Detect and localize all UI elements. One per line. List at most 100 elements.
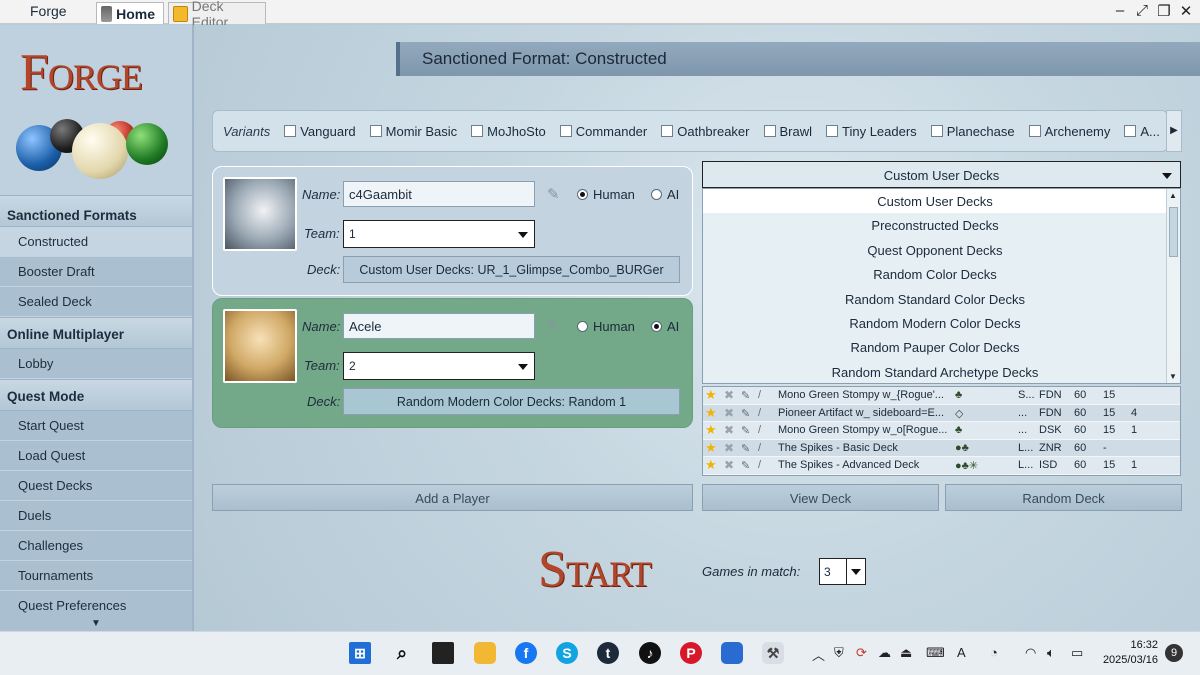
sidebar-item-challenges[interactable]: Challenges: [0, 531, 192, 561]
close-icon[interactable]: ✕: [1176, 2, 1196, 20]
checkbox-icon[interactable]: [284, 125, 297, 137]
table-row[interactable]: ★ ✖ ✎ / The Spikes - Basic Deck ●♣ L... …: [703, 439, 1180, 458]
variant-oathbreaker[interactable]: Oathbreaker: [661, 124, 750, 139]
delete-icon[interactable]: ✖: [724, 458, 734, 472]
ai-radio[interactable]: AI: [651, 319, 679, 334]
edit-icon[interactable]: ✎: [741, 389, 750, 402]
team-select[interactable]: 2: [343, 352, 535, 380]
list-item[interactable]: Random Pauper Color Decks: [703, 335, 1167, 359]
restore-icon[interactable]: ❐: [1154, 2, 1174, 20]
sidebar-item-booster-draft[interactable]: Booster Draft: [0, 257, 192, 287]
sidebar-item-start-quest[interactable]: Start Quest: [0, 411, 192, 441]
delete-icon[interactable]: ✖: [724, 423, 734, 437]
list-item[interactable]: Custom User Decks: [703, 189, 1167, 214]
player-deck-button[interactable]: Custom User Decks: UR_1_Glimpse_Combo_BU…: [343, 256, 680, 283]
checkbox-icon[interactable]: [930, 125, 943, 137]
player-avatar[interactable]: [223, 309, 297, 383]
sidebar-item-tournaments[interactable]: Tournaments: [0, 561, 192, 591]
sidebar-item-lobby[interactable]: Lobby: [0, 349, 192, 379]
list-item[interactable]: Random Standard Archetype Decks: [703, 360, 1167, 383]
add-player-button[interactable]: Add a Player: [212, 484, 693, 511]
clock[interactable]: 16:32 2025/03/16: [1100, 638, 1158, 668]
radio-icon[interactable]: [577, 321, 588, 332]
edit-icon[interactable]: ✎: [741, 424, 750, 437]
human-radio[interactable]: Human: [577, 319, 635, 334]
start-button[interactable]: Start: [538, 540, 652, 599]
variant-planechase[interactable]: Planechase: [930, 124, 1015, 139]
list-item[interactable]: Random Standard Color Decks: [703, 287, 1167, 311]
wifi-icon[interactable]: ◠: [1025, 645, 1036, 661]
facebook-icon[interactable]: f: [515, 642, 537, 664]
variant-archenemy[interactable]: Archenemy: [1028, 124, 1110, 139]
skype-icon[interactable]: S: [556, 642, 578, 664]
checkbox-icon[interactable]: [559, 125, 572, 137]
pencil-icon[interactable]: ✎: [547, 187, 563, 203]
scroll-up-icon[interactable]: ▲: [1169, 191, 1177, 200]
checkbox-icon[interactable]: [1028, 125, 1041, 137]
checkbox-icon[interactable]: [763, 125, 776, 137]
tab-deck-editor[interactable]: Deck Editor: [168, 0, 266, 30]
variant-tiny-leaders[interactable]: Tiny Leaders: [826, 124, 917, 139]
tumblr-icon[interactable]: t: [597, 642, 619, 664]
star-icon[interactable]: ★: [705, 387, 717, 403]
player-deck-button[interactable]: Random Modern Color Decks: Random 1: [343, 388, 680, 415]
variant-more[interactable]: A...: [1124, 124, 1160, 139]
player-name-field[interactable]: Acele: [343, 313, 535, 339]
keyboard-icon[interactable]: ⌨: [926, 645, 945, 661]
pinterest-icon[interactable]: P: [680, 642, 702, 664]
team-select[interactable]: 1: [343, 220, 535, 248]
volume-icon[interactable]: 🔈︎: [1047, 645, 1055, 661]
sidebar-item-sealed-deck[interactable]: Sealed Deck: [0, 287, 192, 317]
task-view-icon[interactable]: [432, 642, 454, 664]
table-row[interactable]: ★ ✖ ✎ / The Spikes - Advanced Deck ●♣✳ L…: [703, 457, 1180, 475]
tab-home[interactable]: Home: [96, 2, 164, 24]
checkbox-icon[interactable]: [661, 125, 674, 137]
table-row[interactable]: ★ ✖ ✎ / Mono Green Stompy w_o[Rogue... ♣…: [703, 422, 1180, 440]
deck-type-select[interactable]: Custom User Decks: [702, 161, 1181, 188]
table-row[interactable]: ★ ✖ ✎ / Pioneer Artifact w_ sideboard=E.…: [703, 404, 1180, 423]
delete-icon[interactable]: ✖: [724, 441, 734, 455]
checkbox-icon[interactable]: [1124, 125, 1137, 137]
sidebar-item-duels[interactable]: Duels: [0, 501, 192, 531]
list-item[interactable]: Random Modern Color Decks: [703, 311, 1167, 335]
sync-icon[interactable]: ⟳: [856, 645, 867, 661]
variant-vanguard[interactable]: Vanguard: [284, 124, 356, 139]
list-item[interactable]: Quest Opponent Decks: [703, 238, 1167, 262]
sidebar-item-load-quest[interactable]: Load Quest: [0, 441, 192, 471]
usb-icon[interactable]: ⏏: [900, 645, 912, 661]
clock-tray-icon[interactable]: ◔: [990, 645, 998, 660]
delete-icon[interactable]: ✖: [724, 406, 734, 420]
security-icon[interactable]: ⛨: [834, 645, 844, 661]
edit-icon[interactable]: ✎: [741, 459, 750, 472]
fullscreen-icon[interactable]: ⤢: [1132, 2, 1152, 19]
file-explorer-icon[interactable]: [474, 642, 496, 664]
player-avatar[interactable]: [223, 177, 297, 251]
star-icon[interactable]: ★: [705, 405, 717, 421]
radio-icon[interactable]: [651, 189, 662, 200]
table-row[interactable]: ★ ✖ ✎ / Mono Green Stompy w_{Rogue'... ♣…: [703, 387, 1180, 405]
checkbox-icon[interactable]: [471, 125, 484, 137]
list-item[interactable]: Random Color Decks: [703, 262, 1167, 286]
search-icon[interactable]: ⌕: [391, 642, 413, 664]
checkbox-icon[interactable]: [369, 125, 382, 137]
battery-icon[interactable]: ▭: [1071, 645, 1083, 661]
pencil-icon[interactable]: ✎: [547, 319, 563, 335]
view-deck-button[interactable]: View Deck: [702, 484, 939, 511]
ime-icon[interactable]: A: [957, 645, 966, 660]
windows-start-icon[interactable]: ⊞: [349, 642, 371, 664]
variant-mojhosto[interactable]: MoJhoSto: [471, 124, 546, 139]
edit-icon[interactable]: ✎: [741, 442, 750, 455]
star-icon[interactable]: ★: [705, 422, 717, 438]
scroll-down-icon[interactable]: ▼: [1169, 372, 1177, 381]
player-name-field[interactable]: c4Gaambit: [343, 181, 535, 207]
sidebar-item-constructed[interactable]: Constructed: [0, 227, 192, 257]
sidebar-item-quest-decks[interactable]: Quest Decks: [0, 471, 192, 501]
notification-badge[interactable]: 9: [1165, 644, 1183, 662]
variants-scroll-right-icon[interactable]: ▶: [1166, 110, 1182, 152]
variant-momir-basic[interactable]: Momir Basic: [369, 124, 457, 139]
checkbox-icon[interactable]: [826, 125, 839, 137]
list-item[interactable]: Preconstructed Decks: [703, 213, 1167, 237]
chevron-up-icon[interactable]: ︿: [812, 645, 825, 664]
store-icon[interactable]: [721, 642, 743, 664]
ai-radio[interactable]: AI: [651, 187, 679, 202]
